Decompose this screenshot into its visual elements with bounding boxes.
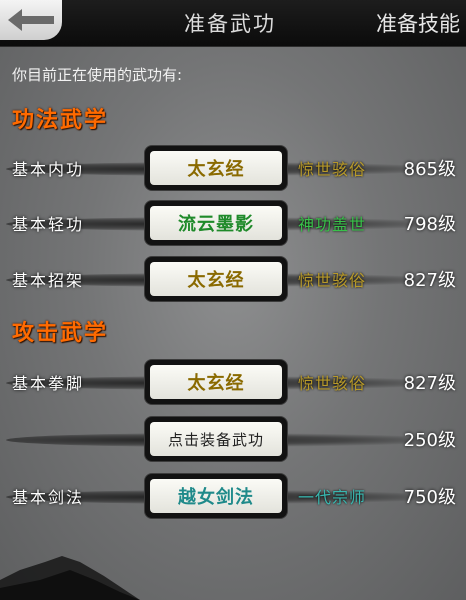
row-label: 基本剑法 [12, 488, 85, 507]
intro-text: 你目前正在使用的武功有: [12, 66, 183, 84]
skill-row-sword: 基本剑法 越女剑法 一代宗师 750级 [0, 473, 466, 519]
level-text: 865级 [403, 159, 456, 180]
skill-name: 太玄经 [150, 365, 282, 399]
level-text: 798级 [403, 214, 456, 235]
row-label: 基本招架 [12, 271, 85, 290]
skill-name: 太玄经 [150, 262, 282, 296]
rank-text: 惊世骇俗 [298, 374, 367, 393]
equip-skill-button[interactable]: 越女剑法 [144, 473, 288, 519]
row-label: 基本拳脚 [12, 374, 85, 393]
skill-name: 越女剑法 [150, 479, 282, 513]
level-text: 750级 [403, 487, 456, 508]
skill-row-empty: 点击装备武功 250级 [0, 416, 466, 462]
rank-text: 一代宗师 [298, 488, 367, 507]
equip-skill-button[interactable]: 太玄经 [144, 145, 288, 191]
level-text: 250级 [403, 430, 456, 451]
skill-row-fist: 基本拳脚 太玄经 惊世骇俗 827级 [0, 359, 466, 405]
skill-row-movement: 基本轻功 流云墨影 神功盖世 798级 [0, 200, 466, 246]
row-label: 基本轻功 [12, 215, 85, 234]
rank-text: 惊世骇俗 [298, 160, 367, 179]
tab-prepare-skill[interactable]: 准备技能 [376, 8, 460, 38]
skill-row-parry: 基本招架 太玄经 惊世骇俗 827级 [0, 256, 466, 302]
rank-text: 惊世骇俗 [298, 271, 367, 290]
section-title-attack: 攻击武学 [12, 320, 109, 346]
page-title: 准备武功 [184, 12, 276, 36]
equip-skill-button[interactable]: 太玄经 [144, 359, 288, 405]
equip-skill-button[interactable]: 点击装备武功 [144, 416, 288, 462]
skill-row-internal: 基本内功 太玄经 惊世骇俗 865级 [0, 145, 466, 191]
back-button[interactable] [0, 0, 62, 40]
top-bar: 准备武功 准备技能 [0, 0, 466, 47]
mountain-silhouette [0, 556, 140, 600]
skill-name: 流云墨影 [150, 206, 282, 240]
level-text: 827级 [403, 270, 456, 291]
row-label: 基本内功 [12, 160, 85, 179]
equip-skill-button[interactable]: 流云墨影 [144, 200, 288, 246]
skill-name: 太玄经 [150, 151, 282, 185]
arrow-left-icon [8, 9, 54, 31]
equip-skill-button[interactable]: 太玄经 [144, 256, 288, 302]
level-text: 827级 [403, 373, 456, 394]
skill-name: 点击装备武功 [150, 422, 282, 456]
section-title-method: 功法武学 [12, 107, 109, 133]
rank-text: 神功盖世 [298, 215, 367, 234]
